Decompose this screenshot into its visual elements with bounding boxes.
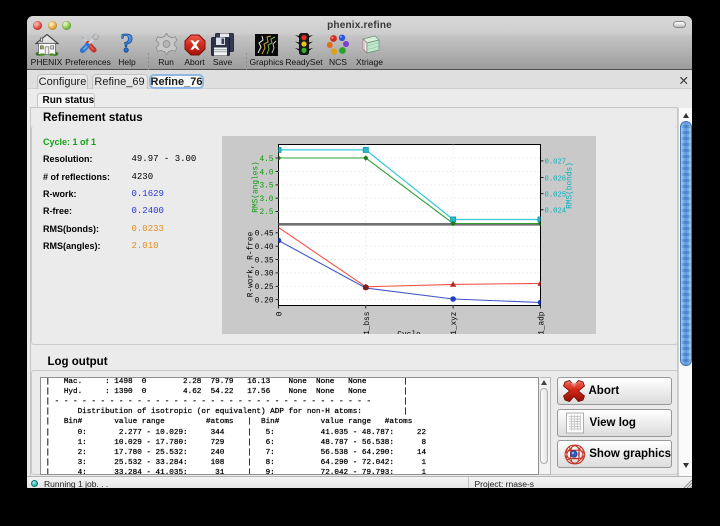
svg-text:0.027: 0.027 bbox=[545, 159, 567, 167]
svg-text:2.5: 2.5 bbox=[259, 209, 273, 217]
svg-text:RMS(bonds): RMS(bonds) bbox=[567, 162, 575, 209]
svg-text:RMS(angles): RMS(angles) bbox=[253, 161, 261, 212]
svg-text:0.25: 0.25 bbox=[255, 284, 274, 292]
svg-text:4.5: 4.5 bbox=[259, 156, 273, 164]
svg-text:0.025: 0.025 bbox=[545, 192, 567, 200]
svg-text:0: 0 bbox=[277, 311, 285, 316]
svg-text:1_bss: 1_bss bbox=[364, 311, 372, 334]
svg-text:0.30: 0.30 bbox=[255, 271, 274, 279]
svg-text:?: ? bbox=[120, 32, 134, 56]
svg-text:R-work, R-free: R-work, R-free bbox=[248, 231, 256, 297]
svg-text:3.0: 3.0 bbox=[259, 196, 273, 204]
svg-text:1_xyz: 1_xyz bbox=[451, 311, 459, 334]
svg-text:3.5: 3.5 bbox=[259, 183, 273, 191]
svg-text:Cycle: Cycle bbox=[397, 332, 421, 335]
svg-text:1_adp: 1_adp bbox=[539, 311, 547, 334]
svg-text:0.20: 0.20 bbox=[255, 298, 274, 306]
svg-text:0.40: 0.40 bbox=[255, 244, 274, 252]
svg-text:0.35: 0.35 bbox=[255, 257, 274, 265]
svg-text:0.026: 0.026 bbox=[545, 175, 567, 183]
svg-text:0.45: 0.45 bbox=[255, 231, 274, 239]
svg-text:0.024: 0.024 bbox=[545, 208, 567, 216]
svg-text:4.0: 4.0 bbox=[259, 169, 273, 177]
